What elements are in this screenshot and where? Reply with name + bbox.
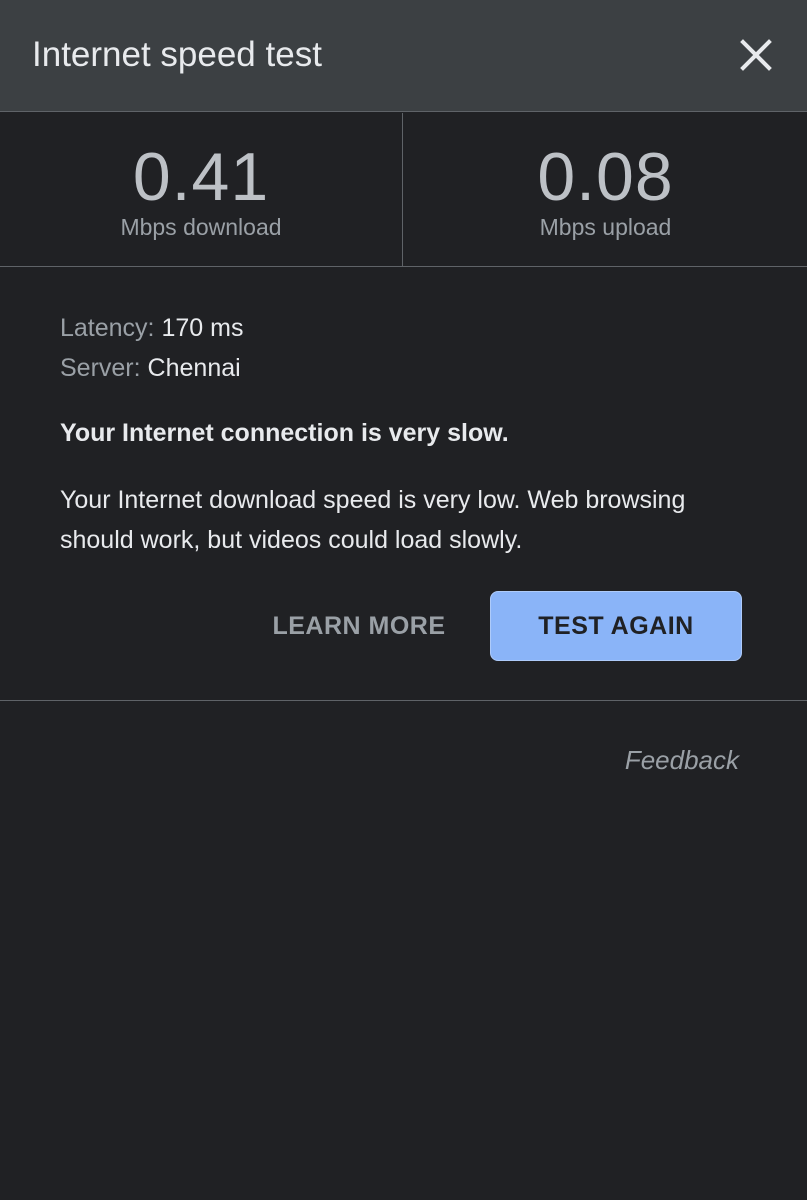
test-again-button[interactable]: TEST AGAIN <box>490 591 742 661</box>
server-row: Server: Chennai <box>60 348 760 388</box>
latency-row: Latency: 170 ms <box>60 308 760 348</box>
latency-value: 170 ms <box>161 314 244 342</box>
connection-details: Latency: 170 ms Server: Chennai <box>60 308 760 388</box>
feedback-link[interactable]: Feedback <box>625 742 739 778</box>
footer-divider <box>0 700 807 701</box>
learn-more-button[interactable]: LEARN MORE <box>262 594 456 658</box>
close-icon <box>740 39 772 71</box>
latency-label: Latency: <box>60 314 155 342</box>
close-button[interactable] <box>735 34 777 76</box>
speed-test-panel: Internet speed test 0.41 Mbps download 0… <box>0 0 807 1200</box>
header-bar: Internet speed test <box>0 0 807 112</box>
download-speed-unit: Mbps download <box>120 214 282 240</box>
upload-speed-unit: Mbps upload <box>539 214 672 240</box>
speed-results: 0.41 Mbps download 0.08 Mbps upload <box>0 113 807 267</box>
server-value: Chennai <box>147 354 241 382</box>
panel-title: Internet speed test <box>32 35 322 74</box>
upload-result: 0.08 Mbps upload <box>404 113 807 266</box>
upload-speed-value: 0.08 <box>537 139 674 215</box>
result-headline: Your Internet connection is very slow. <box>60 419 509 447</box>
server-label: Server: <box>60 354 141 382</box>
download-speed-value: 0.41 <box>132 139 270 215</box>
result-description: Your Internet download speed is very low… <box>60 486 686 554</box>
download-result: 0.41 Mbps download <box>0 113 403 266</box>
